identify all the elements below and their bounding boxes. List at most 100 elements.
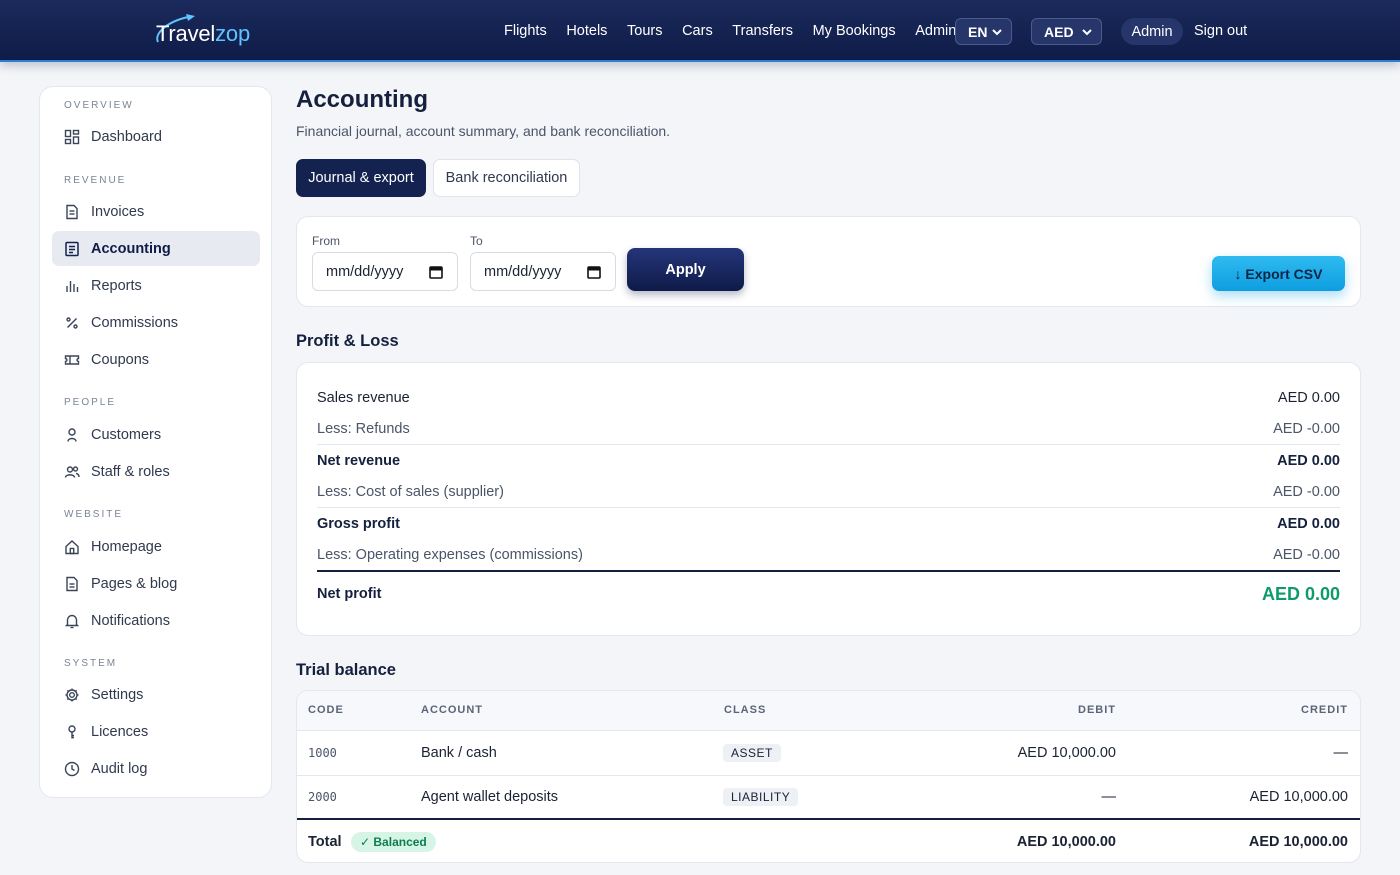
sidebar-item-label: Homepage [91,538,162,555]
sidebar-item-label: Commissions [91,314,179,331]
sidebar-item-settings[interactable]: Settings [52,677,260,712]
accounting-icon [65,241,79,256]
nav-tours[interactable]: Tours [627,23,662,39]
sidebar-item-notifications[interactable]: Notifications [52,603,260,638]
nav-hotels[interactable]: Hotels [566,23,607,39]
net-profit-row: Net profit [317,578,1340,609]
sidebar-item-reports[interactable]: Reports [52,268,260,303]
pnl-row: Net revenue AED 0.00 [317,445,1340,476]
row-code: 2000 [308,790,337,804]
row-account: Agent wallet deposits [421,789,559,805]
sidebar-item-label: Reports [91,277,142,294]
sidebar-section-system: SYSTEM [64,658,118,669]
user-icon [67,427,77,442]
sidebar-item-label: Staff & roles [91,463,170,480]
clock-icon [64,761,80,776]
currency-select[interactable]: AED [1031,18,1102,45]
row-code: 1000 [308,746,337,760]
to-date-input[interactable]: mm/dd/yyyy [470,252,616,291]
language-select[interactable]: EN [955,18,1012,45]
sidebar-section-overview: OVERVIEW [64,100,134,111]
pnl-row: Less: Cost of sales (supplier) AED -0.00 [317,476,1340,507]
user-menu-button[interactable]: Admin [1121,18,1183,45]
pnl-row-label: Gross profit [317,516,400,532]
language-value: EN [968,23,988,40]
sidebar-item-label: Dashboard [91,128,162,145]
tab-journal-export[interactable]: Journal & export [296,159,426,197]
pnl-row: Gross profit AED 0.00 [317,508,1340,539]
top-navbar: Travelzop Flights Hotels Tours Cars Tran… [0,0,1400,62]
from-label: From [312,234,340,248]
tab-bank-reconciliation[interactable]: Bank reconciliation [433,159,580,197]
column-header-class[interactable]: CLASS [724,704,766,716]
sidebar-item-commissions[interactable]: Commissions [52,305,260,340]
pnl-row-label: Less: Cost of sales (supplier) [317,484,504,500]
sidebar-item-licences[interactable]: Licences [52,714,260,749]
nav-transfers[interactable]: Transfers [732,23,793,39]
sidebar-item-dashboard[interactable]: Dashboard [52,119,260,154]
sidebar-item-label: Pages & blog [91,575,178,592]
row-credit: — [1333,745,1349,761]
sidebar-item-audit-log[interactable]: Audit log [52,751,260,786]
sidebar-section-revenue: REVENUE [64,175,127,186]
chevron-down-icon [1082,29,1092,36]
nav-admin[interactable]: Admin [915,23,956,39]
invoice-icon [66,204,78,219]
total-label: Total [308,834,342,850]
column-header-account[interactable]: ACCOUNT [421,704,483,716]
sidebar-item-label: Notifications [91,612,170,629]
sidebar-item-label: Coupons [91,351,150,368]
net-profit-label: Net profit [317,586,382,602]
apply-button[interactable]: Apply [627,248,744,291]
brand-logo[interactable]: Travelzop [152,14,250,48]
pnl-row-value: AED -0.00 [1273,484,1340,500]
document-icon [66,576,78,591]
pnl-row-value: AED -0.00 [1273,421,1340,437]
from-date-value: mm/dd/yyyy [326,263,404,280]
calendar-icon[interactable] [587,265,601,279]
sidebar-item-label: Licences [91,723,149,740]
sidebar-item-homepage[interactable]: Homepage [52,529,260,564]
balanced-badge: ✓ Balanced [351,832,436,852]
sidebar-item-label: Settings [91,686,144,703]
key-icon [68,724,76,738]
row-debit: AED 10,000.00 [1017,745,1116,761]
export-csv-button[interactable]: ↓ Export CSV [1212,256,1345,291]
sidebar-item-invoices[interactable]: Invoices [52,194,260,229]
percent-icon [66,316,78,329]
sidebar-item-label: Accounting [91,240,171,257]
currency-value: AED [1044,23,1074,40]
class-badge: ASSET [723,744,781,762]
users-icon [64,465,80,478]
sidebar-item-coupons[interactable]: Coupons [52,342,260,377]
divider [297,818,1360,820]
sidebar-item-staff-roles[interactable]: Staff & roles [52,454,260,489]
divider [317,570,1340,572]
class-badge: LIABILITY [723,788,799,806]
pnl-row-label: Less: Operating expenses (commissions) [317,547,583,563]
sign-out-link[interactable]: Sign out [1194,23,1247,39]
column-header-code[interactable]: CODE [308,704,344,716]
nav-flights[interactable]: Flights [504,23,547,39]
sidebar-item-pages-blog[interactable]: Pages & blog [52,566,260,601]
pnl-row-label: Less: Refunds [317,421,410,437]
nav-cars[interactable]: Cars [682,23,713,39]
bell-icon [64,614,80,628]
sidebar-item-label: Customers [91,426,162,443]
row-credit: AED 10,000.00 [1249,789,1348,805]
column-header-debit[interactable]: DEBIT [1078,704,1116,716]
column-header-credit[interactable]: CREDIT [1301,704,1348,716]
profit-loss-title: Profit & Loss [296,332,399,350]
nav-my-bookings[interactable]: My Bookings [813,23,896,39]
bar-chart-icon [66,280,79,292]
page-title: Accounting [296,86,428,113]
chevron-down-icon [992,29,1002,36]
calendar-icon[interactable] [429,265,443,279]
sidebar-item-customers[interactable]: Customers [52,417,260,452]
row-debit: — [1101,789,1117,805]
trial-balance-title: Trial balance [296,661,396,679]
from-date-input[interactable]: mm/dd/yyyy [312,252,458,291]
main-nav: Flights Hotels Tours Cars Transfers My B… [504,0,976,62]
to-date-value: mm/dd/yyyy [484,263,562,280]
sidebar-item-accounting[interactable]: Accounting [52,231,260,266]
